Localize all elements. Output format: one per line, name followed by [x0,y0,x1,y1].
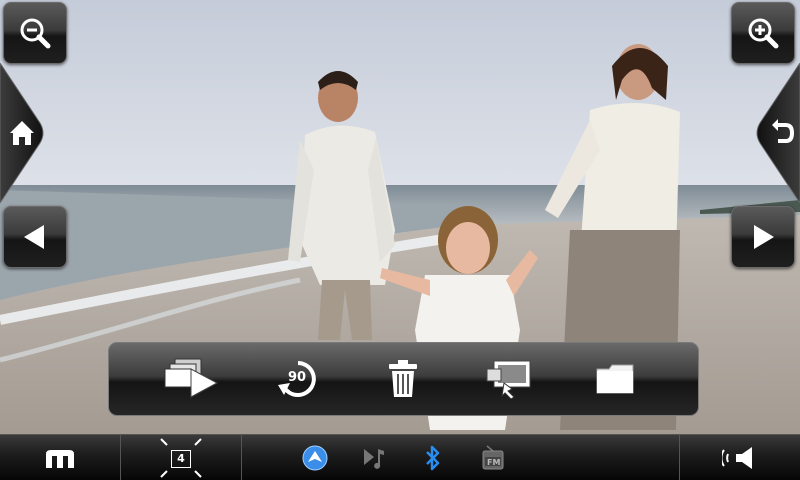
zoom-frame-button[interactable]: 4 [121,435,241,480]
navigation-icon [302,445,328,471]
next-photo-button[interactable] [731,206,795,268]
rotate-icon: 90 [277,361,316,397]
main-menu-button[interactable] [0,435,120,480]
zoom-out-icon [20,18,51,49]
bluetooth-status[interactable] [418,435,448,480]
music-status[interactable] [360,435,390,480]
svg-text:FM: FM [487,458,500,467]
zoom-out-button[interactable] [3,2,67,64]
bluetooth-icon [426,445,440,471]
trash-icon [389,360,418,397]
triangle-right-icon [754,225,774,249]
triangle-left-icon [24,225,44,249]
rotate-label: 90 [288,370,306,385]
volume-button[interactable] [680,435,800,480]
navigation-status[interactable] [300,435,330,480]
back-button[interactable] [752,63,800,203]
slideshow-icon [164,358,218,398]
rotate-90-button[interactable]: 90 [268,349,328,409]
open-folder-button[interactable] [585,349,645,409]
radio-fm-icon: FM [482,445,504,470]
delete-photo-button[interactable] [373,349,433,409]
folder-icon [596,364,634,394]
set-as-wallpaper-button[interactable] [479,349,539,409]
speaker-icon [722,447,752,469]
previous-photo-button[interactable] [3,206,67,268]
photo-viewer-screen: 90 4 FM [0,0,800,480]
music-icon [364,449,384,469]
zoom-in-button[interactable] [731,2,795,64]
zoom-in-icon [748,18,779,49]
zoom-frame-value: 4 [171,450,191,468]
photo-toolbar: 90 [108,342,699,416]
radio-status[interactable]: FM [478,435,508,480]
slideshow-button[interactable] [162,349,222,409]
menu-m-icon [46,450,74,468]
home-button[interactable] [0,63,48,203]
status-bar: 4 FM [0,434,800,480]
set-wallpaper-icon [486,360,531,399]
